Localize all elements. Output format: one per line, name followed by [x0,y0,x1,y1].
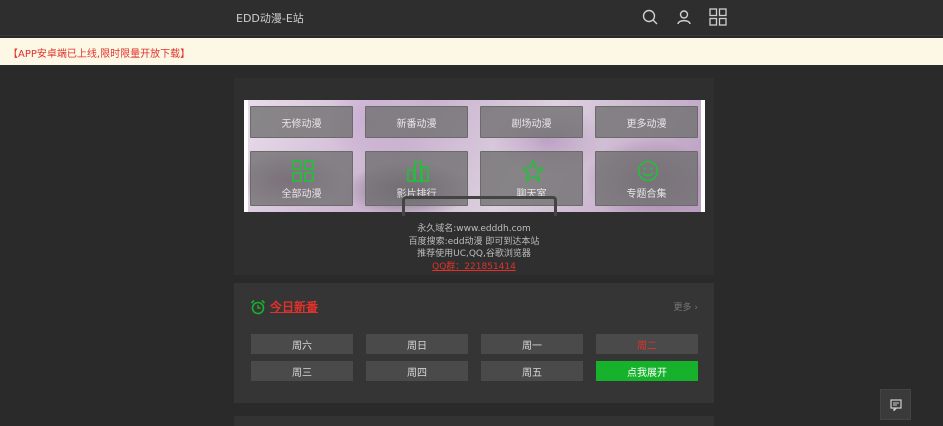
app-notice-text[interactable]: 【APP安卓端已上线,限时限量开放下载】 [8,45,190,60]
search-icon[interactable] [640,7,660,27]
day-tab-mon[interactable]: 周一 [481,334,583,354]
tile-new-anime[interactable]: 新番动漫 [365,106,468,138]
more-link[interactable]: 更多 › [674,300,699,313]
tile-label: 无修动漫 [281,118,322,130]
tile-label: 专题合集 [626,189,667,200]
tile-more-anime[interactable]: 更多动漫 [595,106,698,138]
day-tab-fri[interactable]: 周五 [481,361,583,381]
qq-group-link[interactable]: QQ群：221851414 [234,259,714,272]
tile-label: 全部动漫 [281,189,322,200]
smile-icon [637,160,659,182]
app-notice-bar[interactable]: 【APP安卓端已上线,限时限量开放下载】 [0,38,943,65]
more-label: 更多 [673,303,692,313]
user-icon[interactable] [674,7,694,27]
hero-banner: 无修动漫 新番动漫 剧场动漫 更多动漫 全部动漫 影片排行 聊天室 专题合集 [244,100,705,216]
tile-uncensored-anime[interactable]: 无修动漫 [250,106,353,138]
star-icon [522,160,544,182]
schedule-header: 今日新番 [250,298,318,315]
day-tab-thu[interactable]: 周四 [366,361,468,381]
message-icon [889,398,902,411]
tile-collections[interactable]: 专题合集 [595,151,698,206]
day-tab-tue[interactable]: 周二 [596,334,698,354]
chat-float-button[interactable] [880,389,911,420]
day-tab-wed[interactable]: 周三 [251,361,353,381]
schedule-title[interactable]: 今日新番 [270,298,318,315]
top-bar: EDD动漫-E站 [0,0,943,36]
tile-label: 剧场动漫 [511,118,552,130]
expand-button[interactable]: 点我展开 [596,361,698,381]
tile-label: 更多动漫 [626,118,667,130]
next-panel [234,416,714,426]
site-title[interactable]: EDD动漫-E站 [236,10,304,26]
tile-movie-anime[interactable]: 剧场动漫 [480,106,583,138]
chevron-right-icon: › [694,303,698,313]
alarm-clock-icon [250,299,266,314]
browser-info: 推荐使用UC,QQ,谷歌浏览器 [417,249,531,259]
day-tab-sun[interactable]: 周日 [366,334,468,354]
day-tab-sat[interactable]: 周六 [251,334,353,354]
domain-info: 永久域名:www.edddh.com [417,224,531,234]
top-icons [640,7,728,27]
hero-panel: 无修动漫 新番动漫 剧场动漫 更多动漫 全部动漫 影片排行 聊天室 专题合集 永… [234,78,714,275]
tile-all-anime[interactable]: 全部动漫 [250,151,353,206]
tile-label: 新番动漫 [396,118,437,130]
grid-icon [292,160,314,182]
grid-icon[interactable] [708,7,728,27]
schedule-panel: 今日新番 更多 › 周六 周日 周一 周二 周三 周四 周五 点我展开 [234,283,714,403]
bar-chart-icon [407,161,429,182]
banner-frame-decoration [402,196,557,216]
